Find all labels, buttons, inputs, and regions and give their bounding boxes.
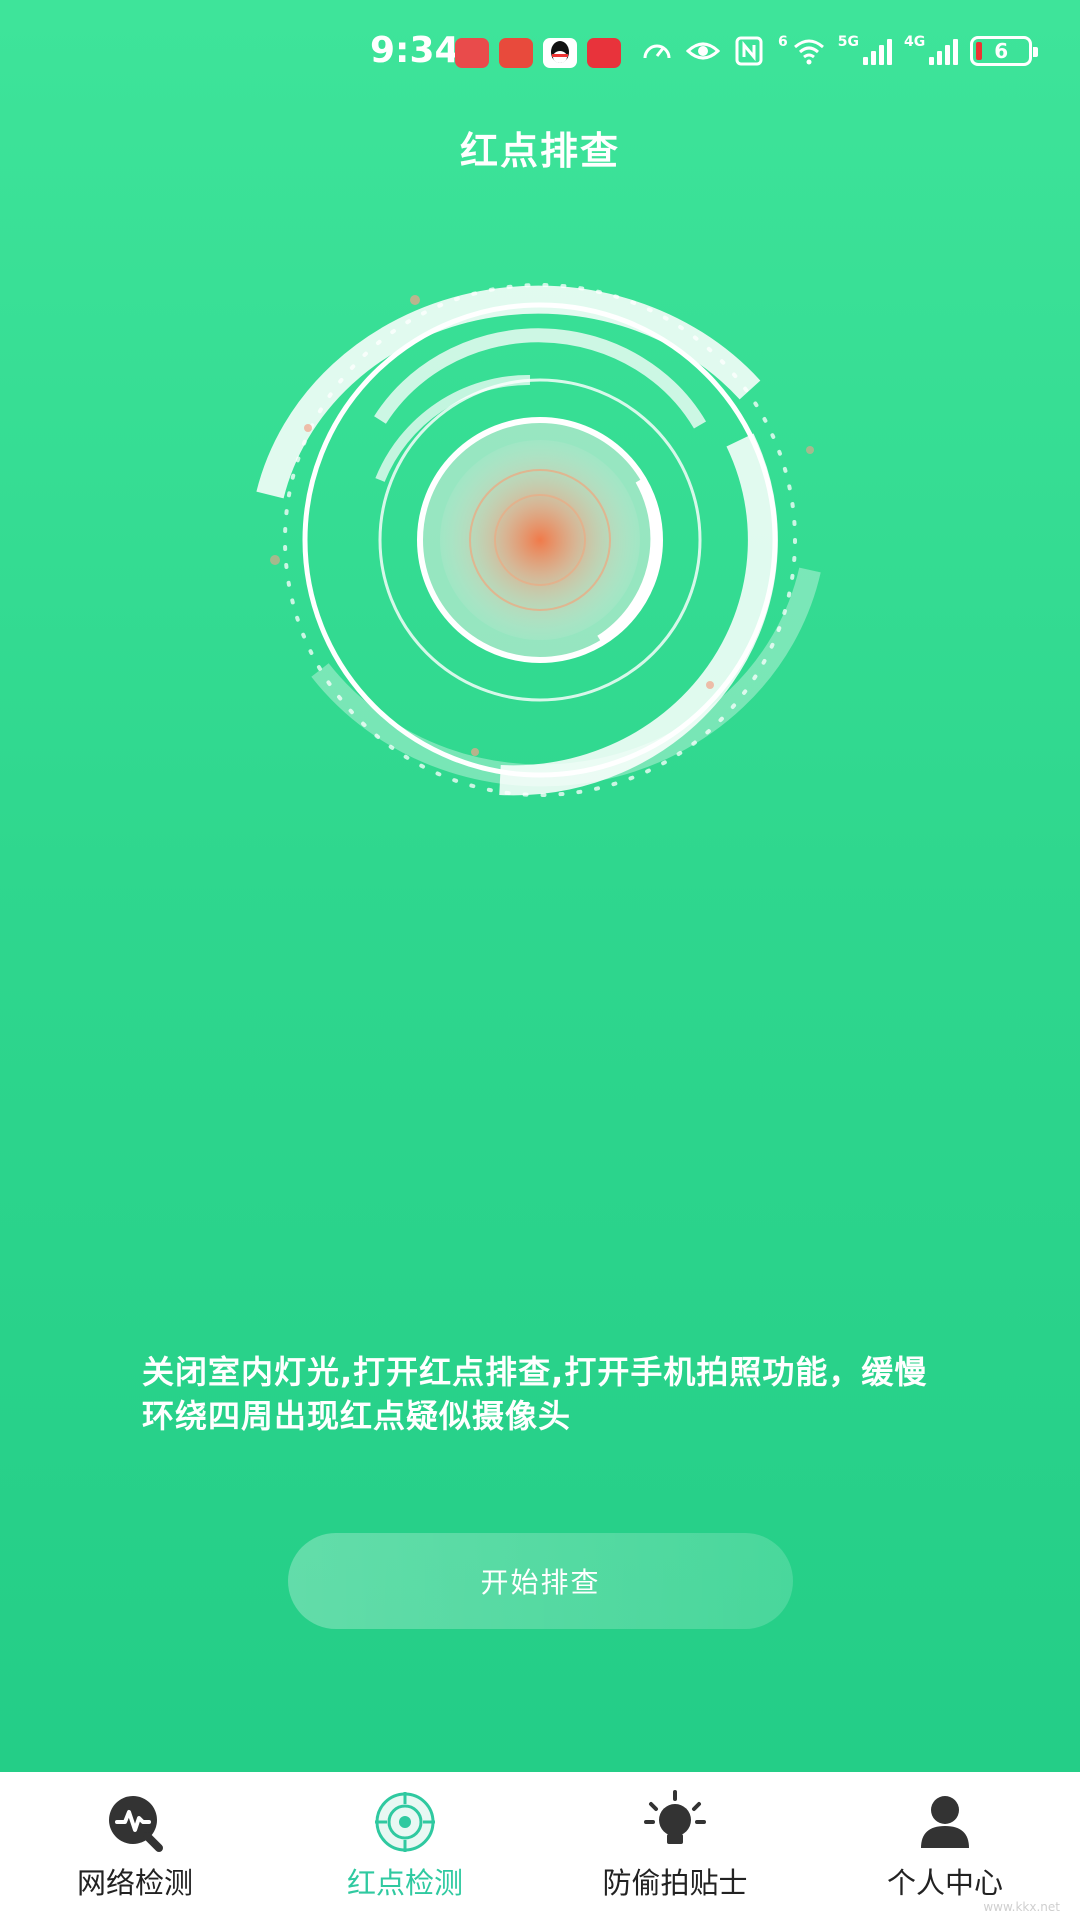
wifi-icon <box>793 39 824 65</box>
status-time: 9:34 <box>370 30 460 71</box>
battery-level: 6 <box>994 39 1009 63</box>
user-icon <box>921 1796 969 1848</box>
start-scan-button[interactable]: 开始排查 <box>288 1533 793 1629</box>
watermark: www.kkx.net <box>983 1900 1060 1914</box>
network-5g-label: 5G <box>837 34 859 50</box>
speed-gauge-icon <box>643 44 671 59</box>
radar-scanner-icon <box>256 283 821 797</box>
notification-icons <box>455 38 621 68</box>
battery-icon: 6 <box>970 36 1039 66</box>
red-envelope-icon <box>499 38 533 68</box>
instruction-text: 关闭室内灯光,打开红点排查,打开手机拍照功能，缓慢环绕四周出现红点疑似摄像头 <box>142 1353 928 1435</box>
tab-network-check[interactable]: 网络检测 <box>0 1772 270 1920</box>
wifi-badge: 6 <box>778 34 788 50</box>
eye-icon <box>686 42 720 60</box>
tab-personal-center-label: 个人中心 <box>886 1866 1003 1900</box>
status-bar: 9:34 6 5G 4G 6 <box>0 0 1080 110</box>
system-status-icons: 6 5G 4G 6 <box>640 34 1039 68</box>
tab-anti-spy-tips-label: 防偷拍贴士 <box>602 1866 748 1900</box>
qq-icon <box>543 38 577 68</box>
tab-personal-center[interactable]: 个人中心 <box>810 1772 1080 1920</box>
red-dot-target-icon <box>375 1792 435 1852</box>
app-notification-icon <box>455 38 489 68</box>
page-title: 红点排查 <box>459 129 620 173</box>
nfc-icon <box>735 36 763 66</box>
tab-red-dot-check-label: 红点检测 <box>346 1866 463 1900</box>
tab-network-check-label: 网络检测 <box>76 1866 193 1900</box>
tab-red-dot-check[interactable]: 红点检测 <box>270 1772 540 1920</box>
tab-anti-spy-tips[interactable]: 防偷拍贴士 <box>540 1772 810 1920</box>
tips-lightbulb-icon <box>644 1790 706 1844</box>
signal-5g-icon <box>862 37 892 65</box>
signal-4g-icon <box>929 37 959 65</box>
network-4g-label: 4G <box>903 34 926 50</box>
network-check-icon <box>109 1796 163 1852</box>
bottom-nav: 网络检测 红点检测 防偷拍贴士 个人中心 <box>0 1772 1080 1920</box>
video-app-icon <box>587 38 621 68</box>
